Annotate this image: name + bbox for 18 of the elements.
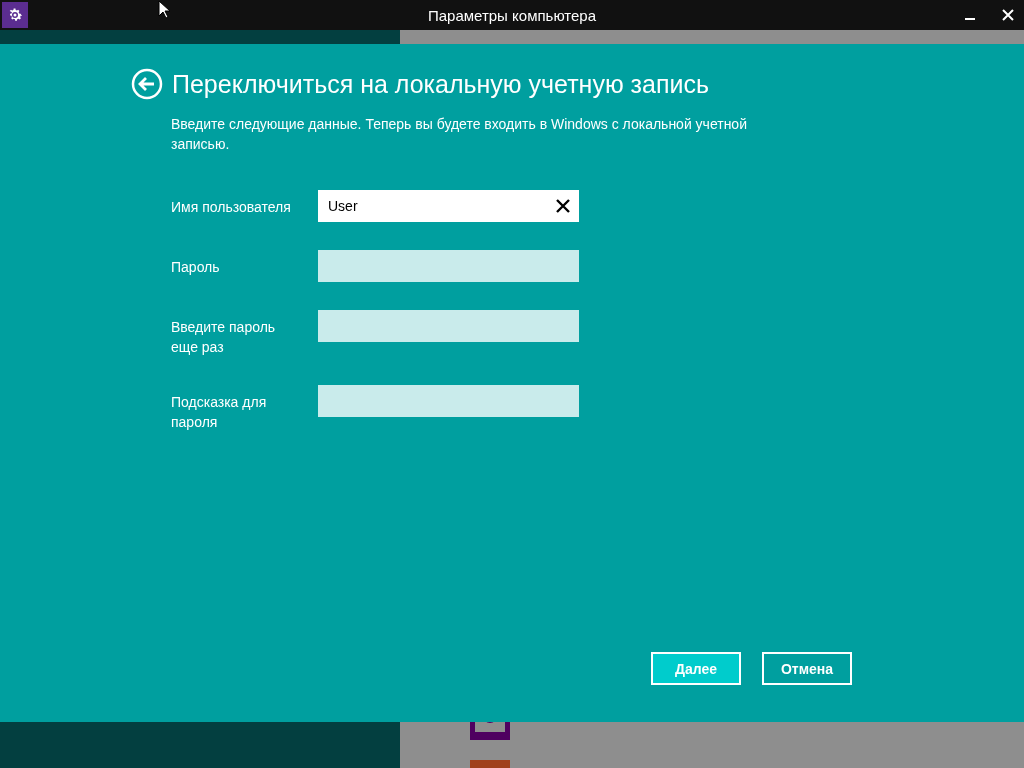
field-label: Введите пароль еще раз	[171, 318, 277, 357]
field-label: Имя пользователя	[171, 198, 292, 217]
field-label: Подсказка для пароля	[171, 393, 268, 432]
clear-icon[interactable]	[556, 199, 570, 213]
mouse-pointer-icon	[158, 0, 170, 19]
field-label: Пароль	[171, 258, 221, 277]
tile-icon	[470, 760, 510, 768]
close-icon[interactable]	[1002, 9, 1014, 21]
dialog-button[interactable]: Далее	[651, 652, 741, 685]
input-field[interactable]	[318, 385, 579, 417]
dialog-button[interactable]: Отмена	[762, 652, 852, 685]
window-title: Параметры компьютера	[427, 6, 597, 24]
input-field[interactable]: User	[318, 190, 579, 222]
input-field[interactable]	[318, 310, 579, 342]
input-field[interactable]	[318, 250, 579, 282]
settings-icon[interactable]	[2, 2, 28, 28]
description-text: Введите следующие данные. Теперь вы будете входить в Windows с локальной учетной записью.	[171, 115, 748, 154]
page-title: Переключиться на локальную учетную запись	[172, 69, 709, 99]
